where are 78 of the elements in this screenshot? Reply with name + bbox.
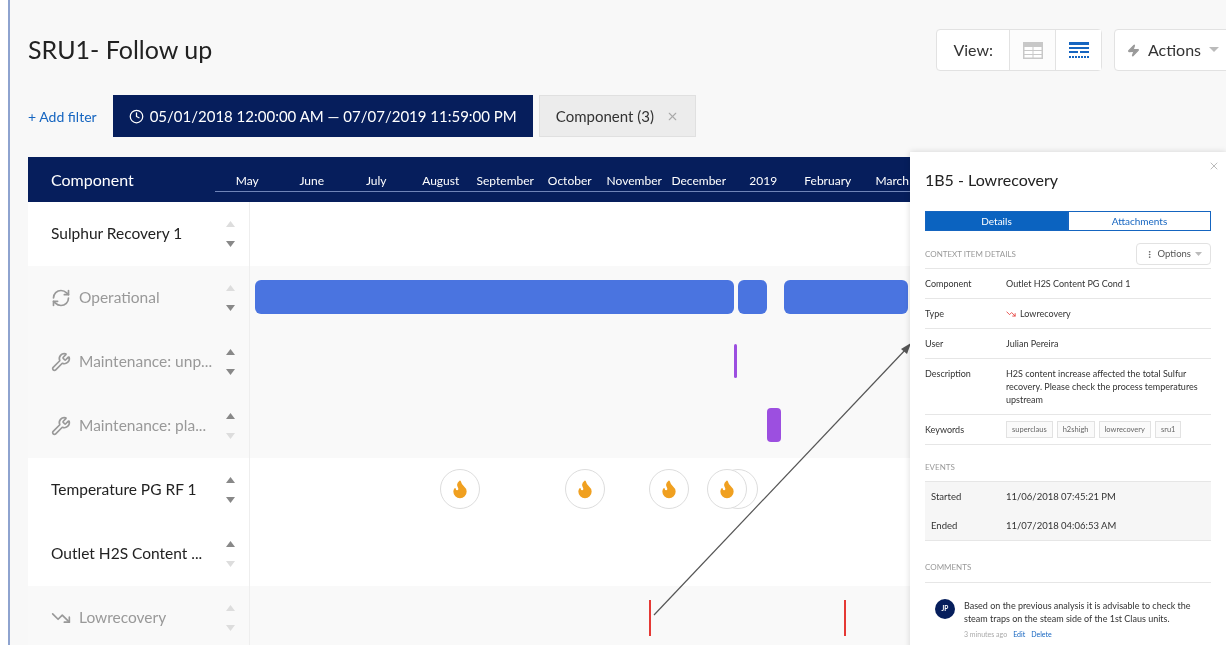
move-up-button[interactable] xyxy=(226,541,235,547)
comment-text: Based on the previous analysis it is advisable to check the steam traps on the steam side of the 1st Claus units. xyxy=(964,599,1192,626)
table-icon xyxy=(1022,41,1043,59)
timeline-marker[interactable] xyxy=(767,408,781,442)
detail-label: User xyxy=(925,337,945,350)
clock-icon xyxy=(128,108,144,124)
detail-value: H2S content increase affected the total Sulfur recovery. Please check the process temperatures upstream xyxy=(1006,367,1199,406)
component-filter-chip[interactable]: Component (3) xyxy=(538,95,696,137)
month-label: August xyxy=(408,171,473,192)
section-heading: COMMENTS xyxy=(925,561,973,574)
flame-marker[interactable] xyxy=(440,469,480,509)
month-label: 2019 xyxy=(731,171,796,192)
row-label: Operational xyxy=(79,287,161,309)
move-up-button[interactable] xyxy=(226,349,235,355)
row-label: Outlet H2S Content ... xyxy=(51,543,204,565)
flame-icon xyxy=(575,479,595,499)
event-label: Started xyxy=(931,489,963,504)
move-up-button[interactable] xyxy=(226,477,235,483)
detail-label: Description xyxy=(925,367,972,380)
lightning-icon xyxy=(1127,43,1140,57)
month-label: May xyxy=(215,171,280,192)
month-label: November xyxy=(602,171,667,192)
section-heading: EVENTS xyxy=(925,461,956,474)
panel-tab[interactable]: Details xyxy=(925,211,1068,231)
column-header: Component xyxy=(51,168,134,191)
detail-label: Type xyxy=(925,307,945,320)
move-down-button[interactable] xyxy=(226,497,235,503)
detail-value: Julian Pereira xyxy=(1006,337,1059,350)
row-label: Maintenance: unp... xyxy=(79,351,214,373)
page-title: SRU1- Follow up xyxy=(28,33,213,67)
date-range-filter[interactable]: 05/01/2018 12:00:00 AM — 07/07/2019 11:59:00 PM xyxy=(112,95,533,137)
timeline-icon xyxy=(1068,41,1089,59)
wrench-icon xyxy=(51,416,71,436)
month-label: December xyxy=(666,171,731,192)
flame-marker[interactable] xyxy=(565,469,605,509)
trend-down-icon xyxy=(1006,309,1016,319)
move-down-button[interactable] xyxy=(226,305,235,311)
detail-value: Lowrecovery xyxy=(1020,307,1071,320)
event-time: 11/06/2018 07:45:21 PM xyxy=(1006,489,1116,504)
timeline-marker[interactable] xyxy=(649,600,651,636)
options-button[interactable]: Options xyxy=(1135,243,1211,265)
event-label: Ended xyxy=(931,518,959,533)
row-label: Sulphur Recovery 1 xyxy=(51,223,184,245)
flame-icon xyxy=(659,479,679,499)
detail-label: Component xyxy=(925,277,973,290)
month-label: February xyxy=(795,171,860,192)
add-filter-link[interactable]: + Add filter xyxy=(28,105,97,127)
event-time: 11/07/2018 04:06:53 AM xyxy=(1006,518,1117,533)
timeline-view-button[interactable] xyxy=(1055,30,1101,70)
move-up-button[interactable] xyxy=(226,413,235,419)
month-label: October xyxy=(537,171,602,192)
move-down-button[interactable] xyxy=(226,369,235,375)
panel-tab[interactable]: Attachments xyxy=(1068,211,1211,231)
flame-icon xyxy=(450,479,470,499)
row-label: Maintenance: pla... xyxy=(79,415,208,437)
wrench-icon xyxy=(51,352,71,372)
timeline-marker[interactable] xyxy=(844,600,846,636)
month-label: July xyxy=(344,171,409,192)
timeline-marker[interactable] xyxy=(734,344,737,378)
panel-title: 1B5 - Lowrecovery xyxy=(925,169,1060,191)
detail-value: Outlet H2S Content PG Cond 1 xyxy=(1006,277,1131,290)
caret-icon xyxy=(1195,252,1202,256)
timeline-bar[interactable] xyxy=(738,280,767,314)
detail-label: Keywords xyxy=(925,422,966,437)
caret-icon xyxy=(1209,47,1220,53)
month-label: June xyxy=(279,171,344,192)
flame-marker[interactable] xyxy=(649,469,689,509)
row-label: Temperature PG RF 1 xyxy=(51,479,198,501)
row-label: Lowrecovery xyxy=(79,607,168,629)
refresh-icon xyxy=(51,288,71,308)
section-heading: CONTEXT ITEM DETAILS xyxy=(925,248,1016,260)
move-down-button[interactable] xyxy=(226,241,235,247)
view-label: View: xyxy=(952,39,994,61)
flame-icon xyxy=(717,479,737,499)
month-label: September xyxy=(473,171,538,192)
close-icon[interactable] xyxy=(1208,160,1220,172)
actions-button[interactable]: Actions xyxy=(1114,29,1226,71)
flame-marker[interactable] xyxy=(707,469,747,509)
